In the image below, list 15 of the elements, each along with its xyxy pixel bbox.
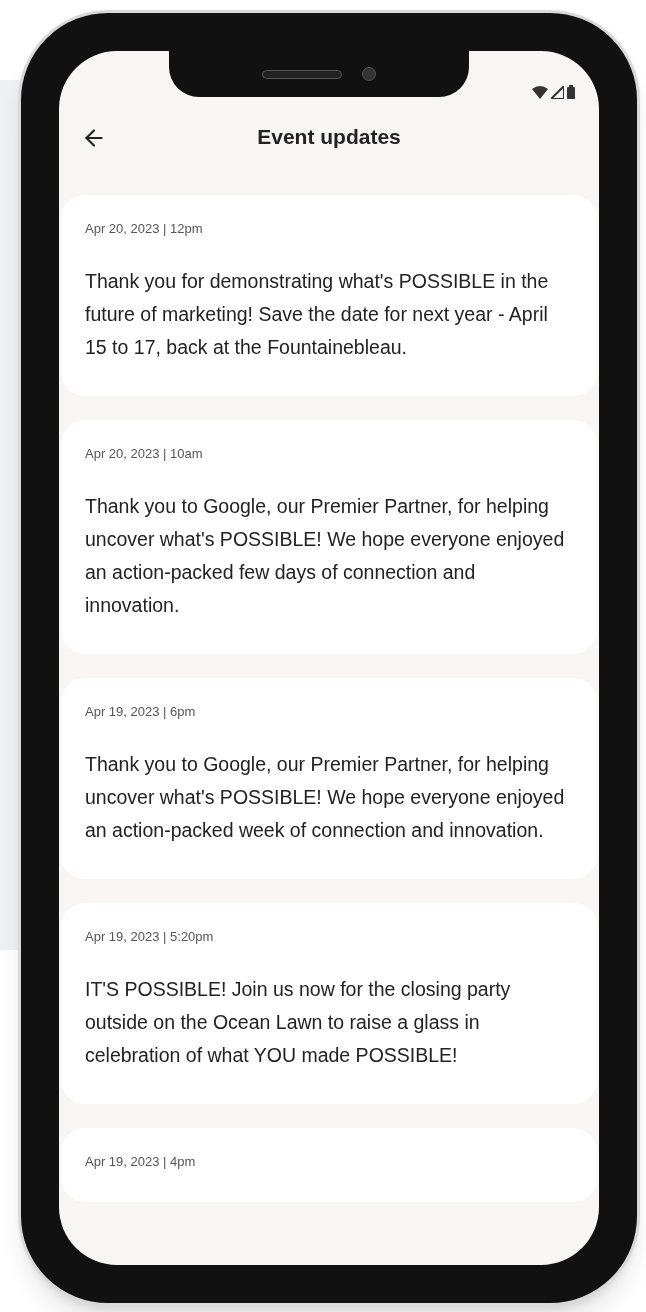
update-message: Thank you to Google, our Premier Partner, for helping uncover what's POSSIBLE! We hope everyone enjoyed an action-packed week of connection and innovation. [85, 752, 566, 843]
signal-icon [551, 86, 564, 99]
speaker-grille-icon [262, 69, 342, 79]
update-timestamp: Apr 20, 2023 | 10am [85, 446, 204, 462]
update-message: Thank you to Google, our Premier Partner, for helping uncover what's POSSIBLE! We hope everyone enjoyed an action-packed few days of connection and innovation. [85, 494, 566, 618]
update-timestamp: Apr 19, 2023 | 4pm [85, 1154, 197, 1170]
battery-icon [567, 85, 575, 99]
wifi-icon [532, 86, 548, 99]
screen-title: Event updates [257, 124, 401, 151]
update-timestamp: Apr 20, 2023 | 12pm [85, 221, 204, 237]
update-message: Thank you for demonstrating what's POSSIBLE in the future of marketing! Save the date for next year - April 15 to 17, back at the Fountainebleau. [85, 269, 550, 360]
camera-icon [362, 67, 376, 81]
update-timestamp: Apr 19, 2023 | 6pm [85, 704, 197, 720]
update-message: IT'S POSSIBLE! Join us now for the closing party outside on the Ocean Lawn to raise a glass in celebration of what YOU made POSSIBLE! [85, 977, 512, 1068]
update-timestamp: Apr 19, 2023 | 5:20pm [85, 929, 215, 945]
